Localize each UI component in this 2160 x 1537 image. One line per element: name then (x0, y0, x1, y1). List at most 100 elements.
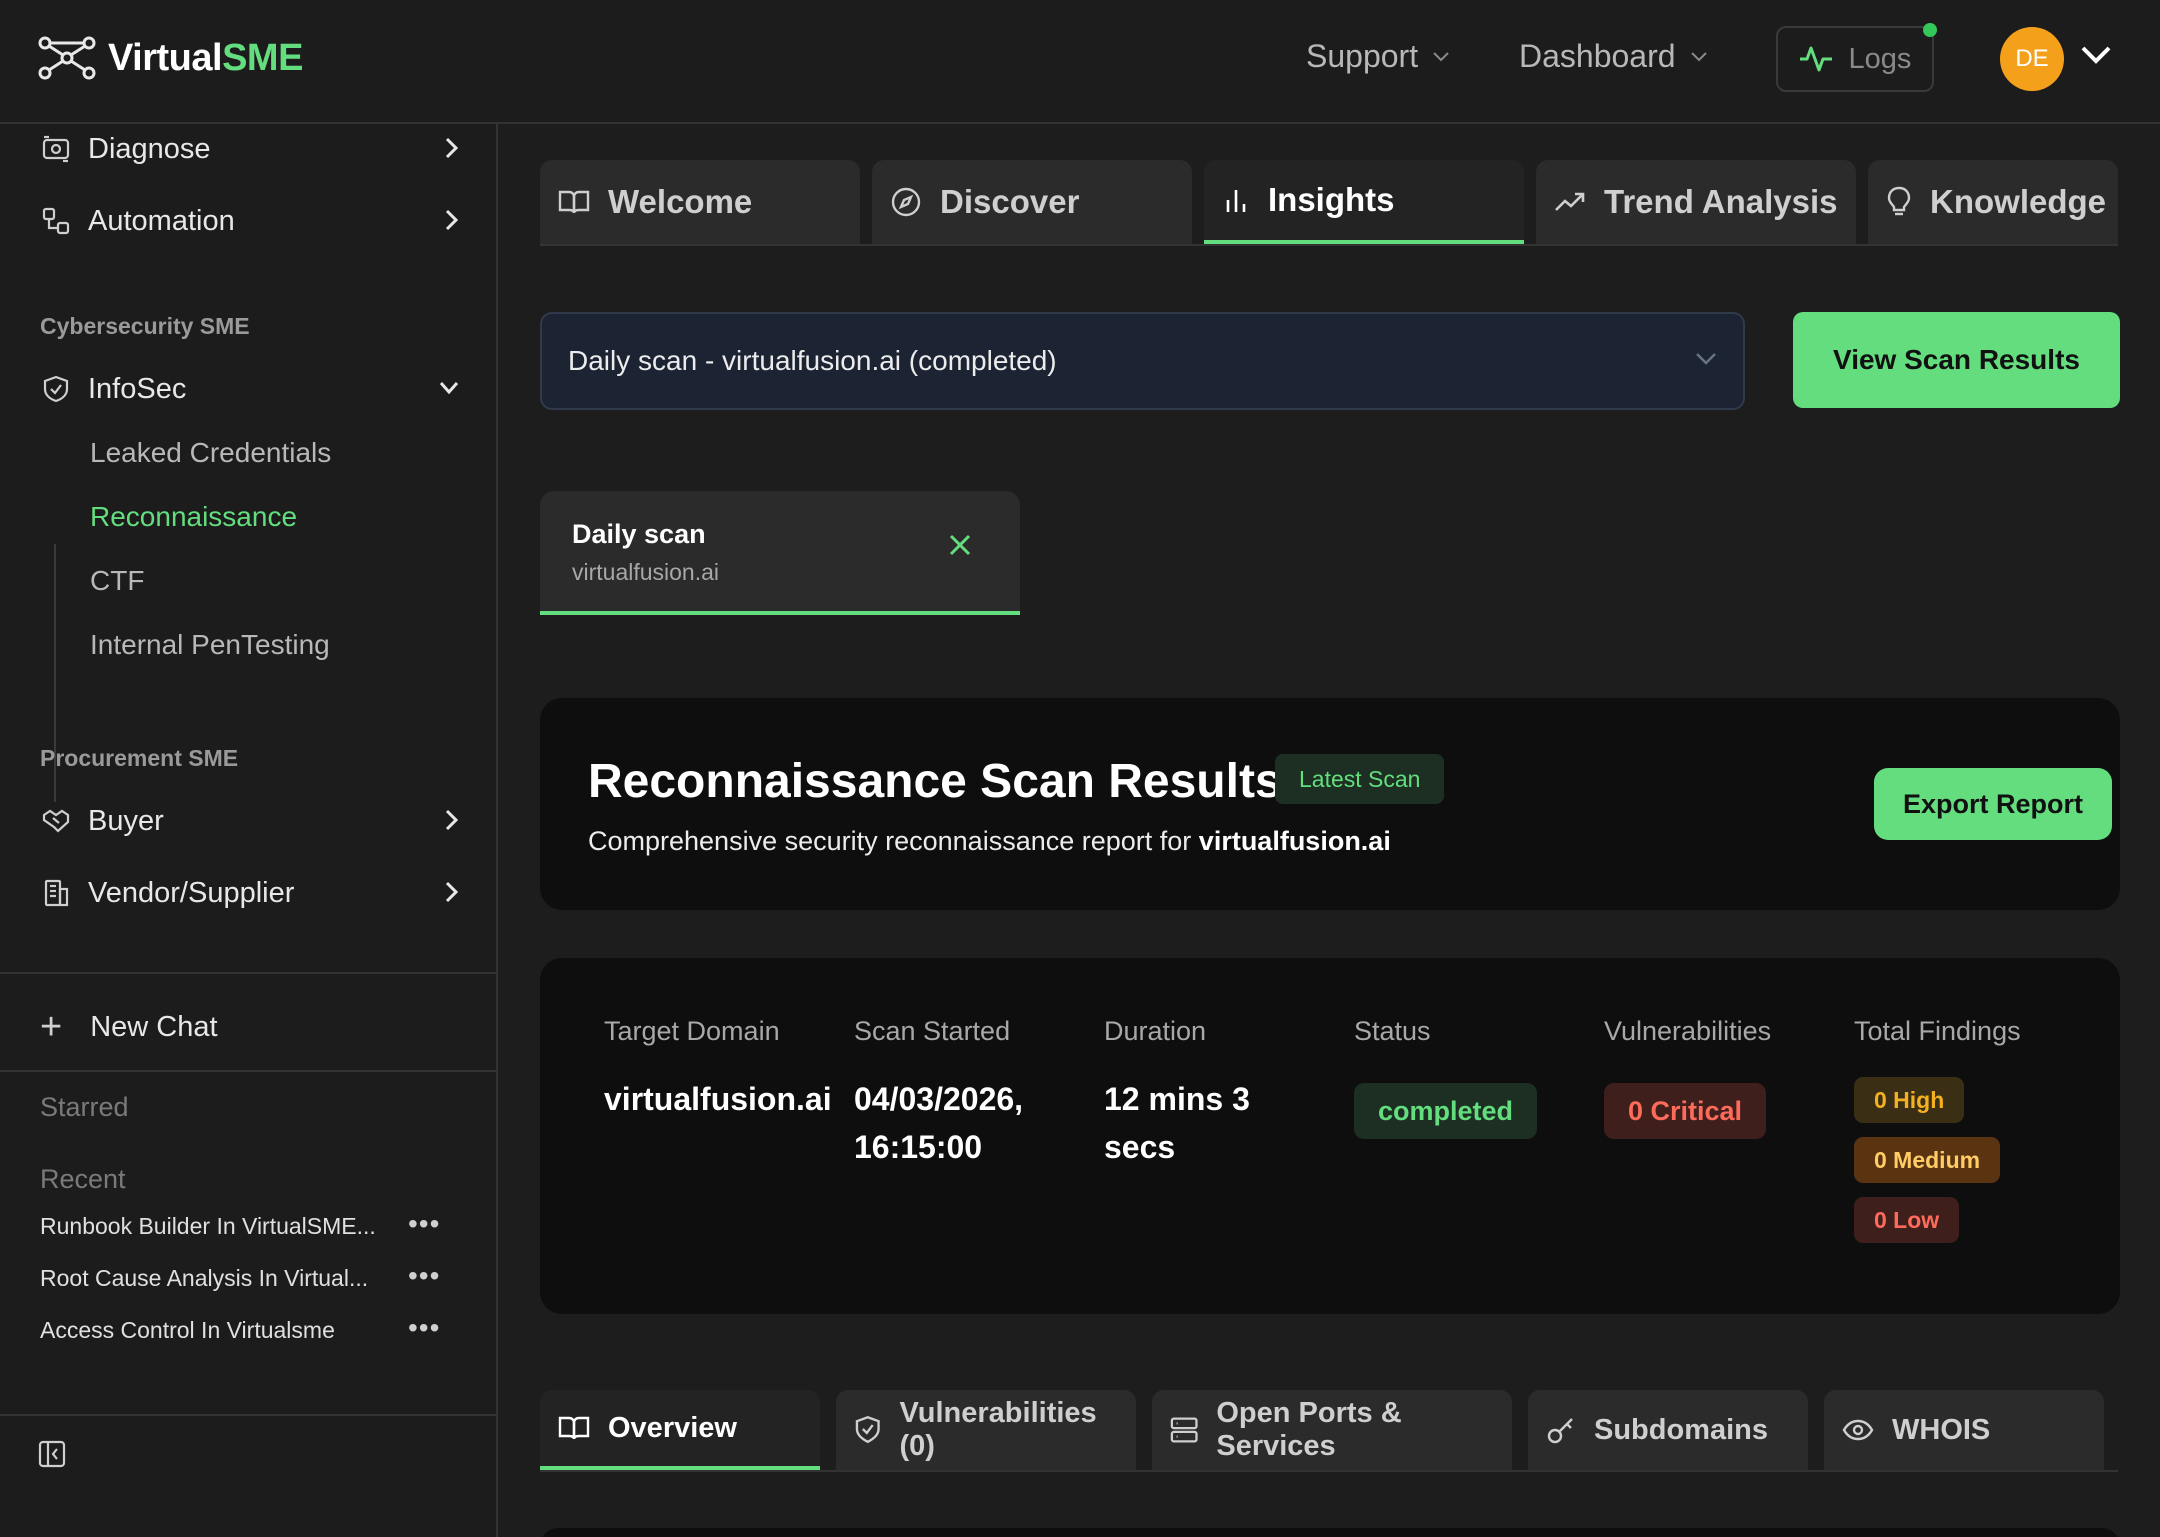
logs-button[interactable]: Logs (1776, 26, 1934, 92)
recent-chat-title: Runbook Builder In VirtualSME... (40, 1212, 376, 1239)
close-icon[interactable] (948, 533, 972, 557)
shield-icon (855, 1415, 880, 1444)
critical-badge: 0 Critical (1604, 1083, 1767, 1139)
scan-summary-panel: Target Domain virtualfusion.ai Scan Star… (540, 958, 2120, 1314)
logs-status-dot (1923, 23, 1937, 37)
dashboard-menu[interactable]: Dashboard (1519, 38, 1708, 75)
duration-field: Duration 12 mins 3 secs (1104, 1016, 1344, 1171)
tab-label: WHOIS (1892, 1413, 1991, 1446)
total-findings-field: Total Findings 0 High 0 Medium 0 Low (1854, 1016, 2094, 1257)
dashboard-label: Dashboard (1519, 38, 1676, 74)
sidebar-item-label: Diagnose (88, 132, 211, 165)
target-domain-label: Target Domain (604, 1016, 780, 1046)
shield-icon (40, 373, 72, 405)
sidebar-item-infosec[interactable]: InfoSec (40, 364, 460, 414)
sidebar-subitem-ctf[interactable]: CTF (90, 565, 144, 597)
automation-icon (40, 205, 72, 237)
brand-logo[interactable]: VirtualSME (38, 36, 303, 80)
tab-open-ports[interactable]: Open Ports & Services (1152, 1390, 1512, 1470)
status-label: Status (1354, 1016, 1431, 1046)
duration-value: 12 mins 3 secs (1104, 1075, 1344, 1171)
recent-chat-item[interactable]: Root Cause Analysis In Virtual... ••• (40, 1258, 440, 1298)
book-open-icon (558, 190, 590, 214)
support-label: Support (1306, 38, 1419, 74)
scan-started-value: 04/03/2026, 16:15:00 (854, 1075, 1094, 1171)
top-bar: VirtualSME Support Dashboard Logs DE (0, 0, 2160, 124)
recent-chat-title: Root Cause Analysis In Virtual... (40, 1264, 369, 1291)
eye-icon (1842, 1419, 1874, 1441)
target-domain-field: Target Domain virtualfusion.ai (604, 1016, 844, 1123)
recent-chat-item[interactable]: Runbook Builder In VirtualSME... ••• (40, 1206, 440, 1246)
sidebar-subitem-internal-pentesting[interactable]: Internal PenTesting (90, 629, 330, 661)
high-badge: 0 High (1854, 1077, 1965, 1123)
support-menu[interactable]: Support (1306, 38, 1450, 75)
chevron-down-icon (439, 382, 459, 395)
recent-heading: Recent (40, 1164, 126, 1194)
tab-subdomains[interactable]: Subdomains (1528, 1390, 1808, 1470)
more-options-icon[interactable]: ••• (408, 1208, 440, 1240)
recent-chat-title: Access Control In Virtualsme (40, 1316, 335, 1343)
findings-badges: 0 High 0 Medium 0 Low (1854, 1077, 2094, 1243)
sidebar-item-label: InfoSec (88, 372, 187, 405)
tab-welcome[interactable]: Welcome (540, 160, 860, 244)
sidebar-item-label: Automation (88, 204, 235, 237)
chevron-right-icon (445, 209, 459, 231)
chevron-down-icon[interactable] (2080, 44, 2112, 66)
vulnerabilities-field: Vulnerabilities 0 Critical (1604, 1016, 1844, 1139)
tab-label: Welcome (608, 183, 753, 220)
tab-label: Knowledge (1930, 183, 2107, 220)
sidebar-item-diagnose[interactable]: Diagnose (40, 124, 460, 174)
tab-label: Overview (608, 1411, 737, 1444)
scan-card-domain: virtualfusion.ai (572, 559, 720, 585)
sidebar-subitem-leaked-credentials[interactable]: Leaked Credentials (90, 437, 331, 469)
sidebar-divider (0, 1414, 498, 1416)
scan-started-field: Scan Started 04/03/2026, 16:15:00 (854, 1016, 1094, 1171)
lightbulb-icon (1887, 186, 1911, 216)
recent-chat-item[interactable]: Access Control In Virtualsme ••• (40, 1310, 440, 1350)
sidebar-item-automation[interactable]: Automation (40, 196, 460, 246)
new-chat-label: New Chat (90, 1010, 218, 1043)
logs-label: Logs (1848, 42, 1912, 75)
sidebar-item-buyer[interactable]: Buyer (40, 796, 460, 846)
duration-line-1: 12 mins 3 (1104, 1081, 1250, 1117)
tab-label: Insights (1268, 181, 1395, 218)
scan-started-label: Scan Started (854, 1016, 1011, 1046)
chevron-right-icon (445, 137, 459, 159)
tab-insights[interactable]: Insights (1204, 160, 1524, 244)
duration-line-2: secs (1104, 1129, 1176, 1165)
sidebar: Diagnose Automation Cybersecurity SME In… (0, 124, 498, 1537)
collapse-sidebar-icon[interactable] (38, 1440, 66, 1468)
target-domain-value: virtualfusion.ai (604, 1081, 832, 1117)
avatar[interactable]: DE (2000, 27, 2064, 91)
tab-label: Vulnerabilities (0) (899, 1397, 1097, 1462)
more-options-icon[interactable]: ••• (408, 1312, 440, 1344)
scan-card[interactable]: Daily scan virtualfusion.ai (540, 491, 1020, 615)
new-chat-button[interactable]: + New Chat (40, 1008, 218, 1046)
sidebar-item-vendor[interactable]: Vendor/Supplier (40, 868, 460, 918)
vulnerabilities-label: Vulnerabilities (1604, 1016, 1772, 1046)
sidebar-item-label: Vendor/Supplier (88, 876, 295, 909)
diagnose-icon (40, 133, 72, 165)
tab-content-panel (540, 1528, 2120, 1537)
tab-whois[interactable]: WHOIS (1824, 1390, 2104, 1470)
tab-overview[interactable]: Overview (540, 1390, 820, 1470)
scan-select-dropdown[interactable]: Daily scan - virtualfusion.ai (completed… (540, 312, 1745, 410)
chevron-right-icon (445, 809, 459, 831)
tab-knowledge[interactable]: Knowledge (1868, 160, 2118, 244)
view-scan-results-button[interactable]: View Scan Results (1793, 312, 2120, 408)
book-open-icon (558, 1416, 590, 1440)
bar-chart-icon (1226, 190, 1246, 212)
more-options-icon[interactable]: ••• (408, 1260, 440, 1292)
building-icon (40, 877, 72, 909)
results-tabs: Overview Vulnerabilities (0) Open Ports … (540, 1390, 2118, 1472)
export-report-button[interactable]: Export Report (1874, 768, 2112, 840)
duration-label: Duration (1104, 1016, 1207, 1046)
server-icon (1170, 1417, 1198, 1443)
tab-label: Trend Analysis (1604, 183, 1838, 220)
tab-vulnerabilities[interactable]: Vulnerabilities (0) (836, 1390, 1136, 1470)
sidebar-subitem-reconnaissance[interactable]: Reconnaissance (90, 501, 297, 533)
compass-icon (891, 187, 921, 217)
handshake-icon (40, 805, 72, 837)
tab-discover[interactable]: Discover (872, 160, 1192, 244)
tab-trend-analysis[interactable]: Trend Analysis (1536, 160, 1856, 244)
